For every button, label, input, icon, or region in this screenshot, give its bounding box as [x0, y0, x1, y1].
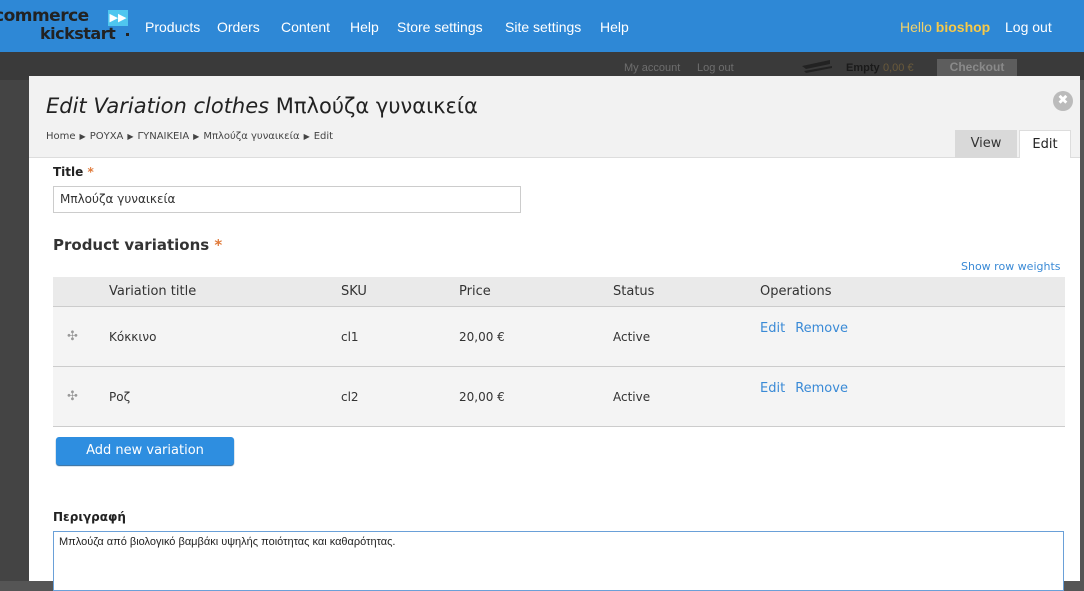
logo-line1: commerce [0, 6, 89, 26]
cart-icon[interactable] [800, 56, 836, 74]
page-background [0, 80, 30, 581]
toolbar-site-settings[interactable]: Site settings [505, 19, 581, 35]
row-operations: Edit Remove [760, 366, 1065, 427]
greeting-hello: Hello [900, 19, 932, 35]
breadcrumb-separator-icon: ▶ [303, 132, 310, 141]
table-header-row: Variation title SKU Price Status Operati… [53, 277, 1065, 307]
breadcrumb-separator-icon: ▶ [127, 132, 134, 141]
title-input[interactable]: Μπλούζα γυναικεία [53, 186, 521, 213]
breadcrumb-gynaikeia[interactable]: ΓΥΝΑΙΚΕΙΑ [138, 131, 190, 142]
breadcrumb-separator-icon: ▶ [193, 132, 200, 141]
logo-dot [126, 33, 129, 36]
tab-edit[interactable]: Edit [1019, 130, 1071, 158]
toolbar-help-2[interactable]: Help [600, 19, 629, 35]
drag-handle-icon[interactable]: ✣ [53, 306, 109, 367]
page-title: Edit Variation clothes Μπλούζα γυναικεία [46, 94, 478, 118]
commerce-kickstart-logo[interactable]: commerce ▶▶ kickstart [0, 6, 129, 46]
page-title-name: Μπλούζα γυναικεία [275, 94, 478, 118]
overlay-header: Edit Variation clothes Μπλούζα γυναικεία… [29, 76, 1080, 158]
table-row: ✣ Κόκκινο cl1 20,00 € Active Edit Remove [53, 306, 1065, 367]
tab-view[interactable]: View [955, 130, 1017, 158]
title-label: Title * [53, 165, 94, 179]
column-sku: SKU [341, 277, 459, 307]
toolbar-logout[interactable]: Log out [1005, 19, 1052, 35]
cart-amount: 0,00 € [883, 62, 914, 74]
row-status: Active [613, 366, 760, 427]
breadcrumb-product[interactable]: Μπλούζα γυναικεία [203, 131, 299, 142]
column-status: Status [613, 277, 760, 307]
row-price: 20,00 € [459, 366, 613, 427]
required-marker: * [214, 236, 223, 254]
column-variation-title: Variation title [109, 277, 341, 307]
close-icon[interactable]: ✖ [1053, 91, 1073, 111]
my-account-link[interactable]: My account [624, 62, 680, 74]
breadcrumb: Home ▶ ΡΟΥΧΑ ▶ ΓΥΝΑΙΚΕΙΑ ▶ Μπλούζα γυναικεία ▶ E… [46, 131, 333, 142]
variations-table: Variation title SKU Price Status Operati… [53, 277, 1065, 427]
toolbar-orders[interactable]: Orders [217, 19, 260, 35]
breadcrumb-separator-icon: ▶ [79, 132, 86, 141]
admin-toolbar: commerce ▶▶ kickstart Products Orders Co… [0, 0, 1084, 52]
store-logout-link[interactable]: Log out [697, 62, 734, 74]
breadcrumb-home[interactable]: Home [46, 131, 76, 142]
logo-line2: kickstart [40, 24, 116, 43]
greeting: Hello bioshop [900, 19, 990, 35]
remove-link[interactable]: Remove [795, 321, 848, 336]
toolbar-content[interactable]: Content [281, 19, 330, 35]
column-operations: Operations [760, 277, 1065, 307]
add-variation-button[interactable]: Add new variation [56, 437, 234, 465]
edit-link[interactable]: Edit [760, 321, 785, 336]
drag-handle-icon[interactable]: ✣ [53, 366, 109, 427]
edit-link[interactable]: Edit [760, 381, 785, 396]
row-title: Κόκκινο [109, 306, 341, 367]
description-textarea[interactable]: Μπλούζα από βιολογικό βαμβάκι υψηλής ποι… [53, 531, 1064, 591]
variations-heading: Product variations * [53, 236, 222, 254]
breadcrumb-edit: Edit [313, 131, 334, 142]
title-label-text: Title [53, 165, 84, 179]
column-price: Price [459, 277, 613, 307]
cart-status: Empty [846, 62, 880, 74]
edit-overlay: Edit Variation clothes Μπλούζα γυναικεία… [29, 76, 1080, 591]
description-label: Περιγραφή [53, 510, 126, 524]
required-marker: * [87, 165, 94, 179]
username[interactable]: bioshop [936, 19, 990, 35]
checkout-button[interactable]: Checkout [937, 59, 1017, 76]
page-title-prefix: Edit Variation clothes [46, 94, 270, 118]
row-status: Active [613, 306, 760, 367]
variations-heading-text: Product variations [53, 236, 210, 254]
row-sku: cl1 [341, 306, 459, 367]
row-title: Ροζ [109, 366, 341, 427]
remove-link[interactable]: Remove [795, 381, 848, 396]
row-sku: cl2 [341, 366, 459, 427]
row-operations: Edit Remove [760, 306, 1065, 367]
toolbar-help[interactable]: Help [350, 19, 379, 35]
toolbar-store-settings[interactable]: Store settings [397, 19, 483, 35]
show-row-weights-link[interactable]: Show row weights [961, 260, 1061, 273]
row-price: 20,00 € [459, 306, 613, 367]
drag-column-header [53, 277, 109, 307]
toolbar-products[interactable]: Products [145, 19, 200, 35]
breadcrumb-rouxa[interactable]: ΡΟΥΧΑ [90, 131, 124, 142]
table-row: ✣ Ροζ cl2 20,00 € Active Edit Remove [53, 366, 1065, 427]
